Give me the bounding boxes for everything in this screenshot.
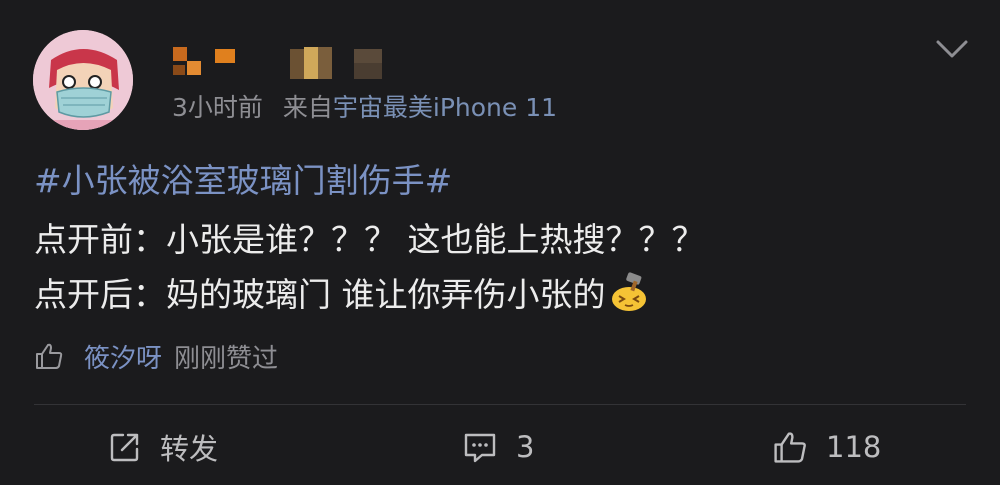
post-meta: 3小时前 来自宇宙最美iPhone 11 <box>172 88 557 124</box>
divider <box>34 404 966 405</box>
thumb-up-icon <box>774 432 806 463</box>
topic-link[interactable]: #小张被浴室玻璃门割伤手# <box>34 154 452 208</box>
post-text-line-2: 点开后：妈的玻璃门 谁让你弄伤小张的 <box>34 268 650 322</box>
like-count: 118 <box>826 430 882 464</box>
share-icon <box>110 433 139 462</box>
repost-label: 转发 <box>160 432 219 466</box>
post-source[interactable]: 宇宙最美iPhone 11 <box>333 93 557 122</box>
post-text-line-2-content: 点开后：妈的玻璃门 谁让你弄伤小张的 <box>34 275 606 314</box>
comment-button[interactable]: 3 <box>462 424 534 470</box>
source-prefix: 来自 <box>282 93 333 122</box>
liked-by-text: 刚刚赞过 <box>174 343 279 374</box>
hammer-face-emoji <box>611 272 646 311</box>
liked-by-row: 筱汐呀 刚刚赞过 <box>34 334 278 378</box>
like-button[interactable]: 118 <box>772 424 881 470</box>
repost-button[interactable]: 转发 <box>108 424 218 470</box>
chevron-down-icon[interactable] <box>935 36 969 62</box>
avatar[interactable] <box>33 30 133 130</box>
comment-icon <box>464 433 496 463</box>
comment-count: 3 <box>516 430 535 464</box>
thumb-up-icon <box>36 343 63 369</box>
post-time: 3小时前 <box>172 93 263 122</box>
liked-by-user[interactable]: 筱汐呀 <box>84 338 162 375</box>
post-text-line-1: 点开前：小张是谁？？？ 这也能上热搜？？？ <box>34 220 705 259</box>
